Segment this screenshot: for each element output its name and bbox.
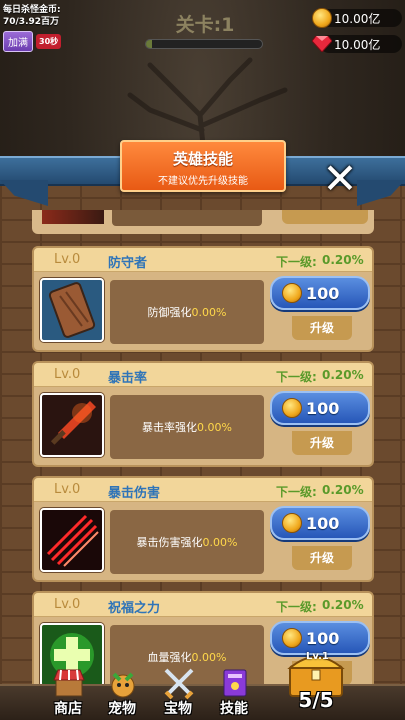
fill-button[interactable]: 加满 (3, 31, 33, 52)
upgrade-cost: 100 (306, 283, 340, 303)
chest-level: Lv.1 (306, 651, 329, 662)
close-icon[interactable]: ✕ (318, 157, 362, 201)
gold-value: 10.00亿 (334, 11, 381, 26)
nav-skills[interactable]: 技能 (206, 669, 262, 720)
upgrade-cost-button[interactable]: 100 (270, 276, 370, 310)
level-progress-fill (146, 40, 152, 48)
skill-level: Lv.0 (54, 367, 81, 382)
skill-card-crit-rate: Lv.0 暴击率 下一级: 0.20% 暴击率强化 0.00% 100 升级 (32, 361, 374, 467)
skill-level: Lv.0 (54, 597, 81, 612)
next-level-label: 下一级: (276, 255, 317, 269)
nav-shop[interactable]: 商店 (40, 669, 96, 720)
daily-gold-label: 每日杀怪金币: (3, 5, 61, 15)
nav-treasure[interactable]: 宝物 (150, 668, 206, 720)
skill-name: 暴击伤害 (108, 486, 161, 501)
skill-name: 暴击率 (108, 371, 148, 386)
upgrade-cost: 100 (306, 513, 340, 533)
gold-coin-icon (282, 398, 302, 418)
gold-coin-icon (282, 513, 302, 533)
level-title: 关卡:1 (175, 14, 235, 36)
spellbook-icon (223, 669, 247, 697)
shield-icon (40, 278, 104, 342)
nav-shop-label: 商店 (54, 701, 82, 717)
gem-value: 10.00亿 (334, 37, 381, 52)
shop-icon (53, 669, 85, 697)
skill-description: 暴击率强化 0.00% (110, 395, 264, 459)
upgrade-cost-button[interactable]: 100 (270, 506, 370, 540)
upgrade-label[interactable]: 升级 (292, 431, 352, 455)
upgrade-label[interactable]: 升级 (292, 316, 352, 340)
skill-card-defender: Lv.0 防守者 下一级: 0.20% 防御强化 0.00% 100 升级 (32, 246, 374, 352)
chest-count: 5/5 (298, 688, 334, 712)
skill-description: 防御强化 0.00% (110, 280, 264, 344)
gold-coin-icon (282, 628, 302, 648)
panel-title: 英雄技能 (172, 150, 233, 168)
daily-gold-panel: 每日杀怪金币: 70/3.92百万 加满 30秒 (3, 4, 73, 52)
next-level-label: 下一级: (276, 370, 317, 384)
next-level-label: 下一级: (276, 485, 317, 499)
gold-counter: 10.00亿 (312, 8, 402, 28)
next-level-value: 0.20% (322, 483, 364, 497)
upgrade-cost-button[interactable]: 100 (270, 391, 370, 425)
list-item-partial (32, 210, 374, 234)
nav-treasure-label: 宝物 (164, 701, 192, 717)
slash-icon (40, 508, 104, 572)
upgrade-cost: 100 (306, 628, 340, 648)
daily-gold-value: 70/3.92百万 (3, 17, 60, 27)
upgrade-cost: 100 (306, 398, 340, 418)
panel-subtitle: 不建议优先升级技能 (158, 176, 248, 187)
pet-icon (111, 672, 135, 698)
nav-pets-label: 宠物 (108, 701, 136, 717)
crossed-swords-icon (164, 668, 194, 700)
gold-coin-icon (282, 283, 302, 303)
gold-coin-icon (312, 8, 332, 28)
skill-card-crit-damage: Lv.0 暴击伤害 下一级: 0.20% 暴击伤害强化 0.00% 100 升级 (32, 476, 374, 582)
skill-list[interactable]: Lv.0 防守者 下一级: 0.20% 防御强化 0.00% 100 升级 Lv.… (28, 210, 378, 685)
level-progress-bar (145, 39, 263, 49)
gem-counter: 10.00亿 (312, 34, 402, 54)
nav-pets[interactable]: 宠物 (94, 672, 150, 720)
skill-description: 暴击伤害强化 0.00% (110, 510, 264, 574)
skill-level: Lv.0 (54, 252, 81, 267)
skill-name: 祝福之力 (108, 601, 161, 616)
title-plaque: 英雄技能 不建议优先升级技能 (120, 140, 286, 192)
timer-badge: 30秒 (36, 34, 62, 49)
next-level-value: 0.20% (322, 368, 364, 382)
skill-level: Lv.0 (54, 482, 81, 497)
upgrade-label[interactable]: 升级 (292, 546, 352, 570)
next-level-value: 0.20% (322, 253, 364, 267)
ruby-gem-icon (312, 36, 332, 52)
next-level-label: 下一级: (276, 600, 317, 614)
sword-icon (40, 393, 104, 457)
next-level-value: 0.20% (322, 598, 364, 612)
nav-skills-label: 技能 (220, 701, 248, 717)
skill-name: 防守者 (108, 256, 148, 271)
